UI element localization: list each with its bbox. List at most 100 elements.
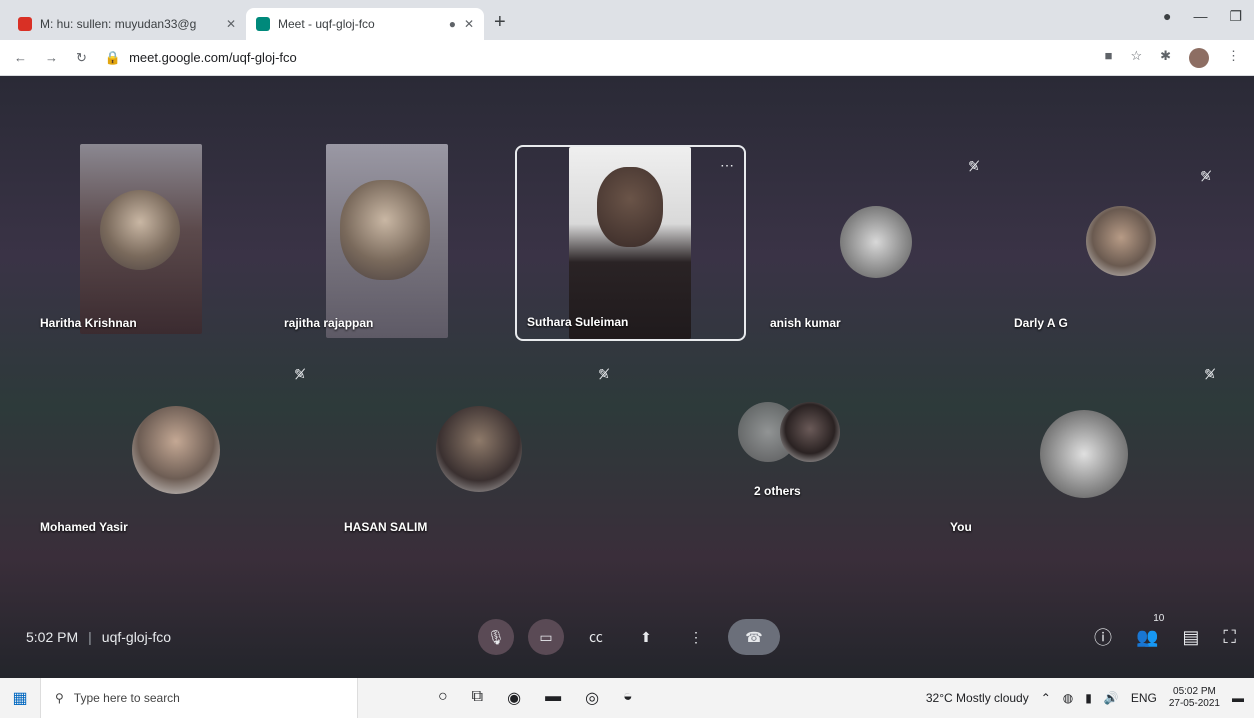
mic-off-icon: ✎̸ <box>598 366 610 382</box>
participant-tile-others[interactable]: 2 others <box>718 358 918 518</box>
camera-toggle-button[interactable]: ▭ <box>528 619 564 655</box>
windows-start-icon[interactable]: ▦ <box>0 688 40 708</box>
participant-tile[interactable]: Haritha Krishnan <box>30 140 250 340</box>
puzzle-icon[interactable]: ✱ <box>1160 48 1171 68</box>
minimize-button[interactable]: — <box>1193 8 1207 25</box>
participant-tile-active-speaker[interactable]: ⋯ Suthara Suleiman <box>515 145 746 341</box>
people-count: 10 <box>1153 612 1165 624</box>
menu-icon[interactable]: ⋮ <box>1227 48 1240 68</box>
participant-name: 2 others <box>754 484 801 498</box>
participant-avatar <box>1040 410 1128 498</box>
notifications-icon[interactable]: ▬ <box>1232 691 1244 705</box>
more-vert-icon: ⋮ <box>689 628 703 645</box>
participant-avatar <box>780 402 840 462</box>
edge-icon[interactable]: ◉ <box>507 688 521 708</box>
weather-text[interactable]: 32°C Mostly cloudy <box>926 691 1029 705</box>
chat-icon[interactable]: ▤ <box>1182 627 1199 648</box>
battery-icon[interactable]: ▮ <box>1085 691 1092 705</box>
call-controls: 🎙 ▭ ㏄ ⬆ ⋮ ☎ <box>478 619 780 655</box>
camera-icon[interactable]: ■ <box>1105 48 1113 68</box>
chrome-icon[interactable]: ◎ <box>585 688 599 708</box>
mic-off-icon: 🎙 <box>487 628 505 645</box>
participant-name: Mohamed Yasir <box>40 520 128 534</box>
taskbar-search[interactable]: ⚲ Type here to search <box>40 678 358 718</box>
star-icon[interactable]: ☆ <box>1130 48 1142 68</box>
window-controls: ● — ❐ <box>1163 8 1242 25</box>
info-icon[interactable]: ⓘ <box>1094 624 1112 650</box>
close-tab-icon[interactable]: ✕ <box>464 17 474 31</box>
cortana-icon[interactable]: ○ <box>438 688 448 708</box>
participant-tile[interactable]: rajitha rajappan <box>274 140 494 340</box>
search-icon: ⚲ <box>55 691 64 705</box>
participant-avatar <box>436 406 522 492</box>
meet-stage: Haritha Krishnan rajitha rajappan ⋯ Suth… <box>0 76 1254 678</box>
participant-name: HASAN SALIM <box>344 520 428 534</box>
url-text: meet.google.com/uqf-gloj-fco <box>129 50 297 65</box>
app-icon[interactable]: ◒ <box>623 688 633 708</box>
participant-name: Suthara Suleiman <box>527 315 629 329</box>
participant-face <box>100 190 180 270</box>
tray-chevron-icon[interactable]: ⌃ <box>1041 691 1051 705</box>
people-button[interactable]: 👥 10 <box>1135 613 1164 648</box>
system-tray: 32°C Mostly cloudy ⌃ ◍ ▮ 🔊 ENG 05:02 PM … <box>926 686 1244 710</box>
omnibox[interactable]: 🔒 meet.google.com/uqf-gloj-fco <box>105 50 1087 66</box>
mic-off-icon: ✎̸ <box>1204 366 1216 382</box>
participant-tile[interactable]: ✎̸ Mohamed Yasir <box>30 358 306 544</box>
side-controls: ⓘ 👥 10 ▤ ⛶ <box>1094 613 1236 650</box>
participant-avatar <box>132 406 220 494</box>
language-indicator[interactable]: ENG <box>1131 691 1157 705</box>
participant-tile[interactable]: ✎̸ Darly A G <box>1004 140 1234 340</box>
profile-icon[interactable]: ● <box>1163 8 1171 25</box>
meeting-code: uqf-gloj-fco <box>101 629 172 645</box>
leave-call-button[interactable]: ☎ <box>728 619 780 655</box>
hang-up-icon: ☎ <box>745 628 763 645</box>
participant-tile[interactable]: ✎̸ anish kumar <box>760 140 990 340</box>
tab-title: M: hu: sullen: muyudan33@g <box>40 17 197 31</box>
present-button[interactable]: ⬆ <box>628 619 664 655</box>
network-icon[interactable]: ◍ <box>1063 691 1073 705</box>
browser-tab-gmail[interactable]: M: hu: sullen: muyudan33@g ✕ <box>8 8 246 40</box>
activities-icon[interactable]: ⛶ <box>1223 627 1236 648</box>
meet-control-bar: 5:02 PM | uqf-gloj-fco 🎙 ▭ ㏄ ⬆ ⋮ ☎ ⓘ 👥 1… <box>0 612 1254 662</box>
forward-icon[interactable]: → <box>45 50 58 65</box>
file-explorer-icon[interactable]: ▬ <box>545 688 561 708</box>
maximize-button[interactable]: ❐ <box>1229 8 1242 25</box>
reload-icon[interactable]: ↻ <box>76 50 87 66</box>
new-tab-button[interactable]: + <box>484 11 516 40</box>
mic-off-icon: ✎̸ <box>968 158 980 174</box>
mic-toggle-button[interactable]: 🎙 <box>478 619 514 655</box>
participant-name: anish kumar <box>770 316 841 330</box>
lock-icon: 🔒 <box>104 49 122 65</box>
account-avatar[interactable] <box>1189 47 1209 68</box>
separator: | <box>88 629 92 645</box>
mic-off-icon: ✎̸ <box>1200 168 1212 184</box>
participant-name: You <box>950 520 972 534</box>
meeting-time: 5:02 PM <box>26 629 79 645</box>
search-placeholder: Type here to search <box>73 691 180 705</box>
participant-tile[interactable]: ✎̸ HASAN SALIM <box>334 358 610 544</box>
clock-date: 27-05-2021 <box>1168 698 1220 709</box>
participant-face <box>340 180 430 280</box>
volume-icon[interactable]: 🔊 <box>1104 691 1119 705</box>
present-icon: ⬆ <box>640 628 652 645</box>
back-icon[interactable]: ← <box>14 50 27 65</box>
clock[interactable]: 05:02 PM 27-05-2021 <box>1169 686 1220 710</box>
camera-off-icon: ▭ <box>539 628 553 645</box>
more-options-icon[interactable]: ⋯ <box>720 157 734 174</box>
recording-dot-icon: ● <box>448 17 456 31</box>
close-tab-icon[interactable]: ✕ <box>226 17 236 31</box>
participant-tile-self[interactable]: ✎̸ You <box>940 358 1234 544</box>
captions-icon: ㏄ <box>589 629 603 645</box>
clock-time: 05:02 PM <box>1173 686 1216 697</box>
taskbar-apps: ○ ⧉ ◉ ▬ ◎ ◒ <box>438 688 633 708</box>
meeting-info: 5:02 PM | uqf-gloj-fco <box>26 629 171 645</box>
task-view-icon[interactable]: ⧉ <box>472 688 483 708</box>
address-bar: ← → ↻ 🔒 meet.google.com/uqf-gloj-fco ■ ☆… <box>0 40 1254 76</box>
windows-taskbar: ▦ ⚲ Type here to search ○ ⧉ ◉ ▬ ◎ ◒ 32°C… <box>0 678 1254 718</box>
participant-avatar <box>840 206 912 278</box>
people-icon: 👥 <box>1135 626 1159 647</box>
meet-icon <box>256 17 270 31</box>
more-options-button[interactable]: ⋮ <box>678 619 714 655</box>
browser-tab-meet[interactable]: Meet - uqf-gloj-fco ● ✕ <box>246 8 484 40</box>
captions-button[interactable]: ㏄ <box>578 619 614 655</box>
